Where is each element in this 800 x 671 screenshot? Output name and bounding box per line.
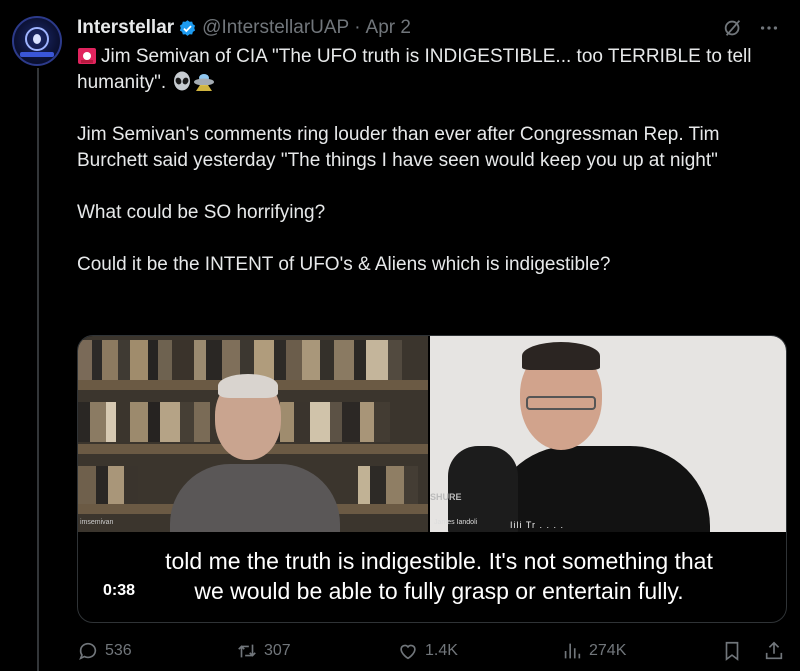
share-icon bbox=[765, 641, 783, 660]
speaker-left-hair bbox=[218, 374, 278, 398]
views-count: 274K bbox=[589, 642, 627, 659]
caption-line-2: we would be able to fully grasp or enter… bbox=[194, 578, 684, 604]
repost-icon bbox=[238, 644, 256, 658]
caption-line-1: told me the truth is indigestible. It's … bbox=[165, 548, 713, 574]
tweet-header: Interstellar @InterstellarUAP · Apr 2 bbox=[77, 14, 780, 42]
views-button[interactable]: 274K bbox=[561, 640, 626, 662]
video-name-tag-left: imsemivan bbox=[80, 519, 114, 526]
speaker-right-hair bbox=[522, 342, 600, 370]
shirt-text: Iili Tr . . . . bbox=[510, 520, 565, 530]
share-button[interactable] bbox=[763, 640, 785, 662]
like-icon bbox=[400, 644, 416, 660]
mic-brand: SHURE bbox=[430, 492, 462, 502]
repost-button[interactable]: 307 bbox=[236, 640, 291, 662]
verified-icon bbox=[180, 19, 196, 36]
separator: · bbox=[354, 17, 361, 38]
reply-button[interactable]: 536 bbox=[77, 640, 132, 662]
avatar[interactable] bbox=[12, 16, 62, 66]
video-name-tag-right: James Iandoli bbox=[434, 519, 478, 526]
tweet-paragraph-2: Jim Semivan's comments ring louder than … bbox=[77, 124, 720, 171]
bookmark-icon bbox=[725, 641, 739, 661]
author-name[interactable]: Interstellar bbox=[77, 17, 174, 39]
video-left-panel: imsemivan bbox=[78, 336, 428, 532]
tweet-paragraph-1: Jim Semivan of CIA "The UFO truth is IND… bbox=[77, 44, 777, 96]
siren-icon bbox=[78, 48, 96, 64]
tweet-actions: 536 307 1.4K 274K bbox=[77, 640, 785, 664]
ufo-icon bbox=[194, 74, 215, 91]
repost-count: 307 bbox=[264, 642, 291, 659]
tweet-text: Jim Semivan of CIA "The UFO truth is IND… bbox=[77, 44, 777, 278]
video-player[interactable]: imsemivan SHURE James Iandoli Iili Tr . … bbox=[77, 335, 787, 623]
reply-count: 536 bbox=[105, 642, 132, 659]
alien-icon bbox=[174, 71, 191, 91]
tweet-paragraph-3: What could be SO horrifying? bbox=[77, 202, 326, 223]
reply-icon bbox=[79, 642, 97, 661]
views-icon bbox=[564, 643, 581, 659]
thread-line bbox=[37, 68, 39, 671]
bookmark-button[interactable] bbox=[721, 640, 743, 662]
author-handle[interactable]: @InterstellarUAP bbox=[202, 17, 349, 39]
tweet-date[interactable]: Apr 2 bbox=[366, 17, 411, 39]
video-timestamp: 0:38 bbox=[103, 582, 136, 599]
more-icon[interactable] bbox=[758, 17, 780, 39]
speaker-left-body bbox=[170, 464, 340, 532]
like-count: 1.4K bbox=[425, 642, 458, 659]
tweet-paragraph-4: Could it be the INTENT of UFO's & Aliens… bbox=[77, 254, 611, 275]
video-right-panel: SHURE James Iandoli Iili Tr . . . . bbox=[430, 336, 786, 532]
video-caption: told me the truth is indigestible. It's … bbox=[78, 546, 786, 606]
like-button[interactable]: 1.4K bbox=[397, 640, 458, 662]
grok-icon[interactable] bbox=[722, 17, 744, 39]
glasses bbox=[526, 396, 596, 410]
